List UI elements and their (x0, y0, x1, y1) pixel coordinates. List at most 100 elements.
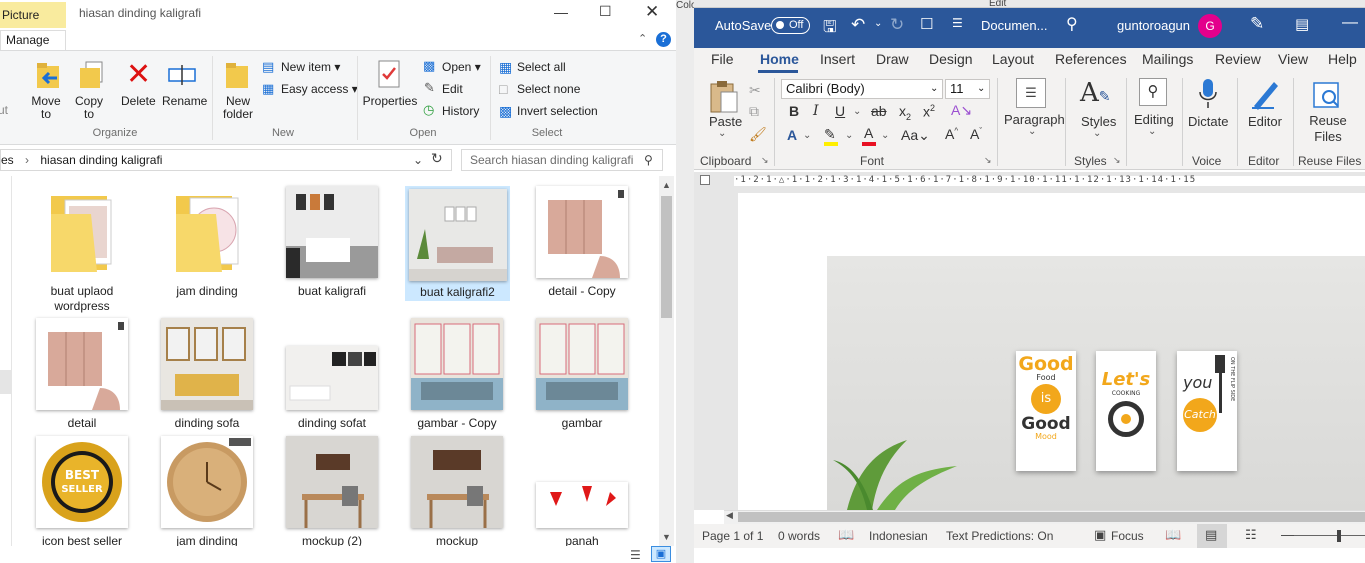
new-folder-button[interactable]: New folder (219, 95, 257, 121)
shrink-font-icon[interactable]: Aˇ (970, 126, 982, 142)
tab-design[interactable]: Design (929, 51, 973, 67)
tab-file[interactable]: File (711, 51, 734, 67)
proofing-icon[interactable]: 📖 (838, 527, 854, 543)
editor-button[interactable]: Editor (1248, 114, 1282, 129)
move-to-button[interactable]: Move to (28, 95, 64, 121)
highlight-icon[interactable]: ✎ (824, 126, 836, 143)
tab-manage[interactable]: Manage (0, 30, 66, 50)
breadcrumb-current[interactable]: hiasan dinding kaligrafi (40, 153, 162, 167)
file-item[interactable]: mockup (2) (272, 436, 392, 549)
focus-button[interactable]: Focus (1111, 529, 1144, 543)
address-dropdown-icon[interactable]: ⌄ (413, 150, 423, 170)
maximize-icon[interactable]: ☐ (599, 3, 612, 20)
zoom-slider-thumb[interactable] (1337, 530, 1341, 542)
focus-icon[interactable]: ▣ (1094, 527, 1106, 543)
copy-icon[interactable]: ⧉ (749, 103, 759, 120)
read-mode-icon[interactable]: 📖 (1165, 527, 1181, 543)
touch-mode-icon[interactable]: ☐ (920, 15, 933, 33)
search-icon[interactable]: ⚲ (1066, 14, 1078, 34)
details-view-icon[interactable]: ☰ (630, 548, 641, 562)
delete-button[interactable]: Delete (121, 95, 156, 108)
tab-help[interactable]: Help (1328, 51, 1357, 67)
italic-button[interactable]: I (813, 103, 819, 119)
save-icon[interactable]: 🖫 (823, 16, 837, 43)
tab-review[interactable]: Review (1215, 51, 1261, 67)
minimize-icon[interactable]: — (554, 4, 568, 20)
ribbon-display-icon[interactable]: ▤ (1295, 15, 1309, 33)
customize-toolbar-icon[interactable]: ☰ (952, 16, 963, 30)
copy-to-button[interactable]: Copy to (72, 95, 106, 121)
easy-access-button[interactable]: Easy access ▾ (281, 81, 358, 97)
file-item[interactable]: dinding sofat (272, 318, 392, 431)
avatar[interactable]: G (1198, 14, 1222, 38)
subscript-button[interactable]: x2 (899, 103, 911, 122)
paragraph-dropdown-icon[interactable]: ⌄ (1028, 126, 1036, 137)
page-count[interactable]: Page 1 of 1 (702, 529, 763, 543)
invert-selection-button[interactable]: Invert selection (517, 103, 598, 119)
edit-button[interactable]: Edit (442, 81, 463, 97)
text-effects-icon[interactable]: A (787, 127, 797, 143)
help-icon[interactable]: ? (656, 32, 671, 47)
dictate-button[interactable]: Dictate (1188, 114, 1228, 129)
scroll-down-icon[interactable]: ▼ (662, 532, 671, 542)
text-effects-dropdown-icon[interactable]: ⌄ (803, 130, 811, 141)
text-predictions-status[interactable]: Text Predictions: On (946, 529, 1053, 543)
styles-launcher-icon[interactable]: ↘ (1113, 155, 1121, 166)
clear-formatting-icon[interactable]: A↘ (951, 102, 972, 119)
highlight-dropdown-icon[interactable]: ⌄ (845, 130, 853, 141)
font-size-select[interactable]: 11 ⌄ (945, 79, 990, 99)
paragraph-button[interactable]: Paragraph (1004, 112, 1065, 127)
tab-home[interactable]: Home (760, 51, 799, 67)
editing-button[interactable]: Editing (1134, 112, 1174, 127)
font-color-dropdown-icon[interactable]: ⌄ (881, 130, 889, 141)
reuse-files-button[interactable]: Reuse Files (1308, 113, 1348, 145)
open-button[interactable]: Open ▾ (442, 59, 481, 75)
tab-view[interactable]: View (1278, 51, 1308, 67)
new-item-button[interactable]: New item ▾ (281, 59, 340, 75)
wall-card-you-catch[interactable]: you Catch ON THE FLIP SIDE (1177, 351, 1237, 471)
file-item[interactable]: jam dinding (147, 436, 267, 549)
file-item[interactable]: detail (22, 318, 142, 431)
cut-button[interactable]: ut (0, 104, 8, 117)
tab-references[interactable]: References (1055, 51, 1127, 67)
file-item[interactable]: BEST SELLER icon best seller (22, 436, 142, 549)
font-launcher-icon[interactable]: ↘ (984, 155, 992, 166)
scroll-up-icon[interactable]: ▲ (662, 180, 671, 190)
wall-card-good-food[interactable]: Good Food is Good Mood (1016, 351, 1076, 471)
large-icons-view-icon[interactable]: ▣ (651, 546, 671, 562)
rename-button[interactable]: Rename (162, 95, 207, 108)
search-input[interactable]: Search hiasan dinding kaligrafi ⚲ (461, 149, 663, 171)
scroll-left-icon[interactable]: ◀ (726, 510, 733, 521)
properties-button[interactable]: Properties (362, 95, 418, 108)
file-item[interactable]: mockup (397, 436, 517, 549)
zoom-out-icon[interactable]: — (1281, 526, 1295, 542)
grow-font-icon[interactable]: A^ (945, 126, 958, 142)
tab-draw[interactable]: Draw (876, 51, 909, 67)
clipboard-launcher-icon[interactable]: ↘ (761, 155, 769, 166)
print-layout-icon[interactable]: ▤ (1197, 524, 1227, 548)
file-item[interactable]: gambar - Copy (397, 318, 517, 431)
file-item[interactable]: jam dinding (147, 186, 267, 299)
navigation-pane[interactable] (0, 176, 12, 546)
file-item[interactable]: dinding sofa (147, 318, 267, 431)
font-color-icon[interactable]: A (864, 125, 873, 141)
wall-card-lets-cooking[interactable]: Let's COOKING (1096, 351, 1156, 471)
underline-button[interactable]: U (835, 103, 845, 119)
zoom-slider[interactable] (1294, 535, 1365, 536)
editing-dropdown-icon[interactable]: ⌄ (1148, 126, 1156, 137)
document-name[interactable]: Documen... (981, 18, 1047, 33)
history-button[interactable]: History (442, 103, 479, 119)
file-item[interactable]: gambar (522, 318, 642, 431)
hscroll-thumb[interactable] (738, 512, 1365, 522)
designer-icon[interactable]: ✎ (1250, 14, 1264, 34)
paste-dropdown-icon[interactable]: ⌄ (718, 128, 726, 139)
change-case-button[interactable]: Aa⌄ (901, 127, 930, 144)
cut-icon[interactable]: ✂ (749, 82, 761, 99)
redo-icon[interactable]: ↻ (890, 15, 904, 35)
breadcrumb-prev[interactable]: es (1, 153, 14, 167)
select-all-button[interactable]: Select all (517, 59, 566, 75)
format-painter-icon[interactable]: 🖌 (749, 126, 767, 143)
tab-insert[interactable]: Insert (820, 51, 855, 67)
file-item[interactable]: buat uplaod wordpress (22, 186, 142, 314)
web-layout-icon[interactable]: ☷ (1245, 527, 1257, 543)
